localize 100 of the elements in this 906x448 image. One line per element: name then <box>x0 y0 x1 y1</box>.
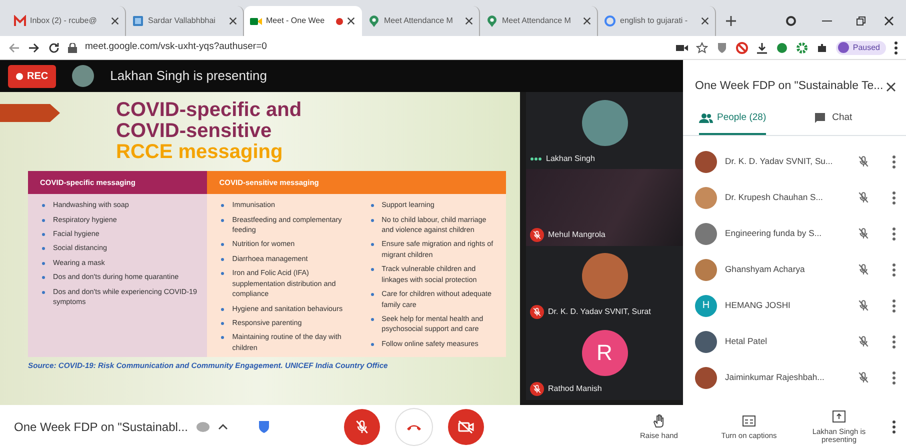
mic-off-icon[interactable] <box>857 263 870 276</box>
star-icon[interactable] <box>696 42 708 54</box>
participant-row[interactable]: Dr. Krupesh Chauhan S... <box>683 180 906 216</box>
new-tab-icon[interactable] <box>726 16 736 26</box>
bullet-icon <box>221 218 224 222</box>
participant-name: Mehul Mangrola <box>548 229 606 241</box>
reload-icon[interactable] <box>48 42 60 54</box>
bullet-icon <box>42 262 45 265</box>
close-icon[interactable] <box>701 17 709 25</box>
bullet-icon <box>370 268 374 272</box>
more-icon[interactable] <box>892 262 896 276</box>
ring-icon <box>604 15 616 27</box>
back-icon[interactable] <box>8 42 20 54</box>
avatar-photo-placeholder <box>695 222 717 244</box>
close-icon[interactable] <box>465 17 473 25</box>
more-icon[interactable] <box>892 226 896 240</box>
panel-tab[interactable]: Chat <box>814 103 852 134</box>
avatar-photo-placeholder <box>695 366 717 388</box>
camera-off-icon[interactable] <box>458 420 474 434</box>
bullet-icon <box>42 233 45 236</box>
close-icon[interactable] <box>229 17 237 25</box>
bullet-icon <box>221 322 224 325</box>
puzzle-icon[interactable] <box>816 42 828 54</box>
mic-off-icon[interactable] <box>857 335 870 348</box>
bullet-icon <box>370 218 374 222</box>
bullet-icon <box>221 336 224 340</box>
lock-icon <box>68 42 77 52</box>
bullet-icon <box>42 290 45 294</box>
participant-name: Lakhan Singh <box>546 153 595 165</box>
mic-off-icon[interactable] <box>857 371 870 384</box>
phone-icon[interactable] <box>406 422 422 430</box>
avatar-photo-placeholder <box>582 100 628 146</box>
mic-off-icon[interactable] <box>857 227 870 240</box>
participant-row[interactable]: Jaiminkumar Rajeshbah... <box>683 360 906 396</box>
avatar-photo-placeholder <box>695 258 717 280</box>
participant-row[interactable]: H HEMANG JOSHI <box>683 288 906 324</box>
bullet-icon <box>370 243 374 246</box>
more-icon[interactable] <box>892 190 896 204</box>
mic-off-icon[interactable] <box>857 191 870 204</box>
profile-button[interactable]: Paused <box>836 40 886 54</box>
participant-row[interactable]: Dr. K. D. Yadav SVNIT, Su... <box>683 144 906 180</box>
more-icon[interactable] <box>892 154 896 168</box>
download-icon[interactable] <box>756 42 768 54</box>
camera-icon[interactable] <box>676 42 688 52</box>
slide-title: RCCE messaging <box>116 142 283 163</box>
slide-title: COVID-specific and <box>116 100 302 121</box>
bullet-icon <box>221 204 224 208</box>
chevron-up-icon[interactable] <box>218 424 228 430</box>
more-icon[interactable] <box>892 334 896 348</box>
bullet-icon <box>370 293 374 296</box>
avatar-photo-placeholder <box>695 150 717 172</box>
mic-off-icon[interactable] <box>857 155 870 168</box>
participant-name: Dr. K. D. Yadav SVNIT, Surat <box>548 306 651 318</box>
close-icon[interactable] <box>347 17 355 25</box>
blocked-icon[interactable] <box>736 42 748 54</box>
bullet-icon <box>221 272 224 276</box>
url-text[interactable]: meet.google.com/vsk-uxht-yqs?authuser=0 <box>85 40 668 55</box>
captions-icon[interactable] <box>742 414 756 428</box>
gear-icon[interactable] <box>796 42 808 54</box>
shield-icon[interactable] <box>258 420 270 434</box>
panel-title: One Week FDP on "Sustainable Te... <box>695 79 884 94</box>
close-icon[interactable] <box>884 16 894 26</box>
restore-icon[interactable] <box>856 16 866 26</box>
bullet-icon <box>42 218 45 222</box>
more-icon[interactable] <box>892 420 896 434</box>
avatar-photo-placeholder <box>695 330 717 352</box>
circle-icon[interactable] <box>786 16 796 26</box>
bullet-icon <box>221 243 224 246</box>
more-icon[interactable] <box>892 370 896 384</box>
shield-icon[interactable] <box>716 42 728 54</box>
close-icon[interactable] <box>886 82 896 92</box>
arrow-shape <box>0 104 60 122</box>
microphone-button[interactable] <box>344 408 380 444</box>
forward-icon[interactable] <box>28 42 40 54</box>
present-icon[interactable] <box>832 410 846 424</box>
pin-icon <box>486 15 498 27</box>
participant-row[interactable]: Engineering funda by S... <box>683 216 906 252</box>
hand-icon[interactable] <box>652 414 666 428</box>
more-icon[interactable] <box>892 298 896 312</box>
presenter-label: Lakhan Singh is presenting <box>110 67 267 86</box>
bullet-icon <box>370 318 374 321</box>
camera-button[interactable] <box>448 408 484 444</box>
participant-row[interactable]: Hetal Patel <box>683 324 906 360</box>
bullet-icon <box>42 276 45 280</box>
meeting-title[interactable]: One Week FDP on "Sustainabl... <box>14 418 188 436</box>
participant-name: Rathod Manish <box>548 383 602 395</box>
dot-icon[interactable] <box>776 42 788 54</box>
panel-tab[interactable]: People (28) <box>699 103 766 134</box>
bullet-icon <box>370 342 374 346</box>
close-icon[interactable] <box>111 17 119 25</box>
participant-row[interactable]: Ghanshyam Acharya <box>683 252 906 288</box>
mic-off-icon[interactable] <box>354 418 370 434</box>
avatar-icon <box>838 42 849 53</box>
menu-icon[interactable] <box>894 40 898 54</box>
close-icon[interactable] <box>583 17 591 25</box>
avatar-photo-placeholder <box>582 252 628 298</box>
bullet-icon <box>370 204 374 208</box>
browser-tab[interactable]: Meet - One Wee <box>244 6 362 36</box>
avatar-photo-placeholder <box>695 186 717 208</box>
mic-off-icon[interactable] <box>857 299 870 312</box>
